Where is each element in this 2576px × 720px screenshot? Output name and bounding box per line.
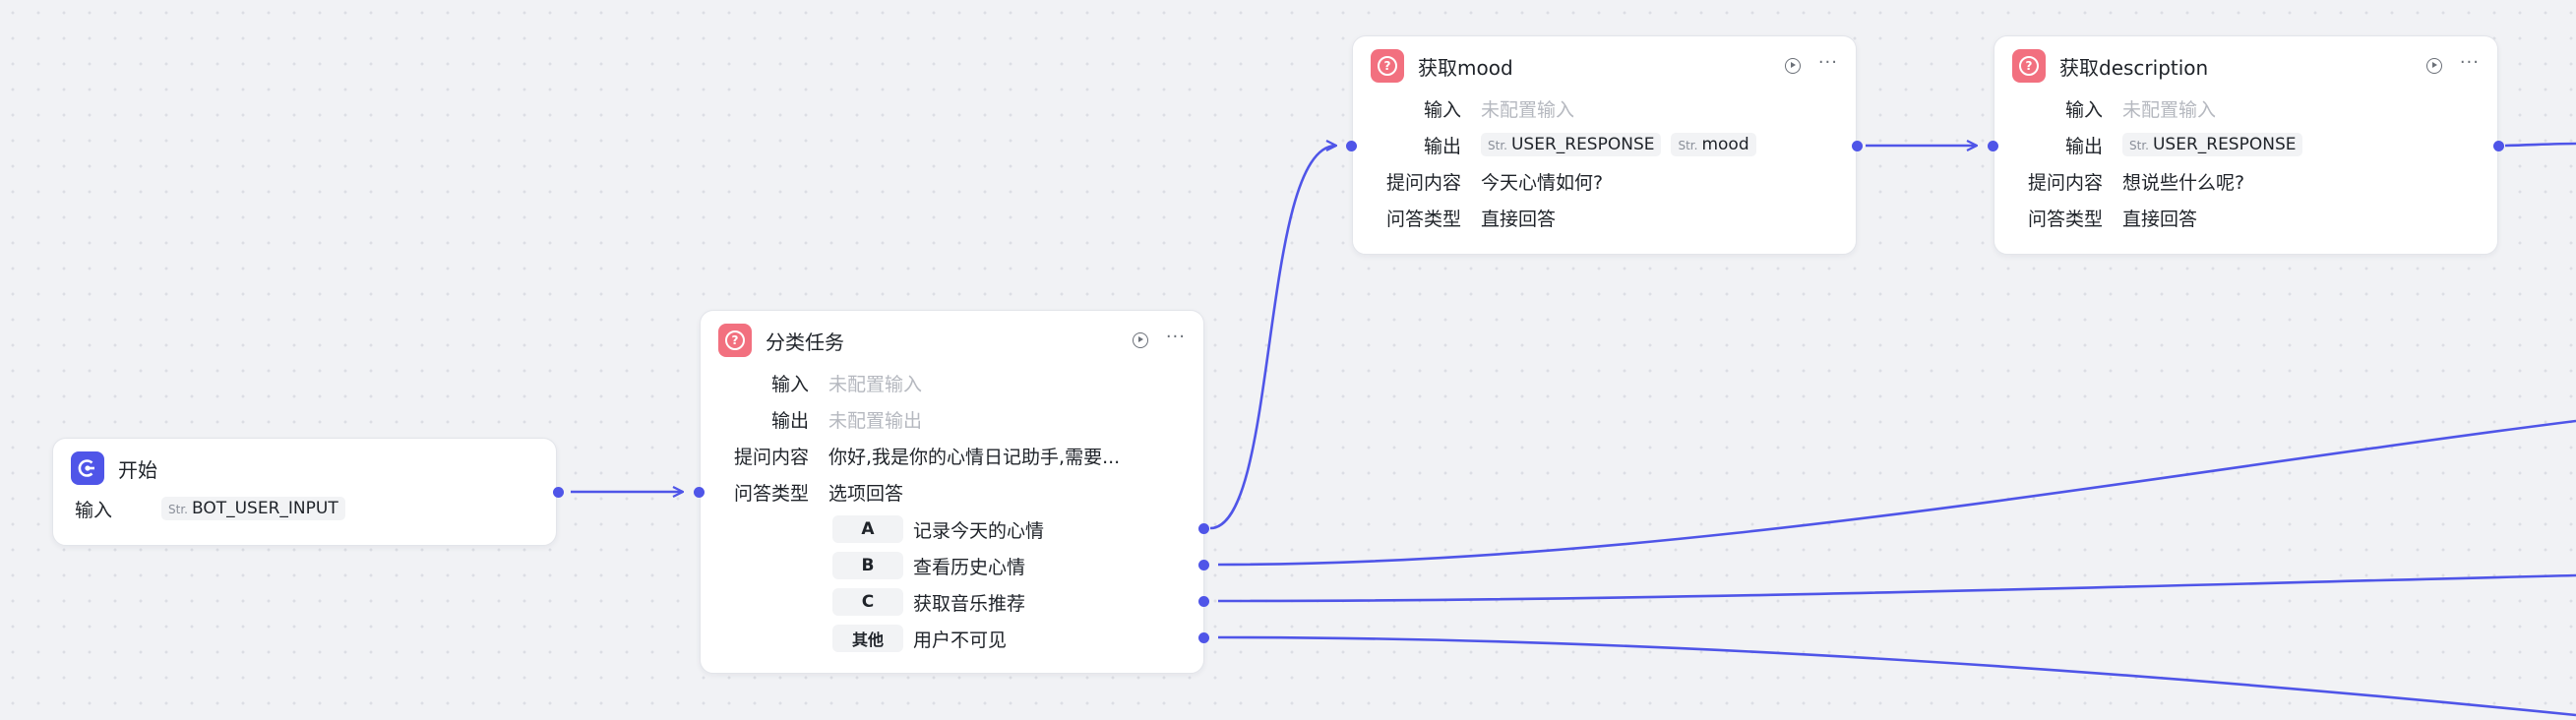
input-variable-tag: Str. BOT_USER_INPUT	[161, 497, 345, 520]
node-title: 分类任务	[766, 330, 844, 354]
output-variable-tag: Str. USER_RESPONSE	[2122, 133, 2303, 156]
output-label: 输出	[770, 409, 809, 432]
answer-type-label: 问答类型	[733, 482, 809, 505]
mood-output-port[interactable]	[1851, 140, 1863, 151]
option-key: 其他	[832, 625, 903, 652]
description-input-port[interactable]	[1987, 140, 1998, 151]
input-value: 未配置输入	[1481, 98, 1575, 121]
option-key: A	[832, 515, 903, 543]
option-other-port[interactable]	[1197, 631, 1209, 643]
option-text: 获取音乐推荐	[913, 592, 1026, 615]
answer-type-label: 问答类型	[2027, 208, 2103, 230]
type-prefix: Str.	[168, 503, 188, 516]
run-icon[interactable]	[1132, 332, 1148, 348]
option-a[interactable]: A 记录今天的心情	[832, 515, 1044, 543]
question-icon: ?	[2012, 49, 2046, 83]
start-node[interactable]: 开始 输入 Str. BOT_USER_INPUT	[52, 438, 557, 546]
output-value: 未配置输出	[828, 409, 923, 432]
option-b-port[interactable]	[1197, 559, 1209, 570]
mood-input-port[interactable]	[1345, 140, 1357, 151]
option-text: 用户不可见	[913, 629, 1008, 651]
type-prefix: Str.	[1488, 139, 1507, 152]
get-mood-node[interactable]: ? 获取mood ··· 输入 未配置输入 输出 Str. USER_RESPO…	[1352, 35, 1857, 255]
start-icon	[71, 451, 104, 485]
classify-node[interactable]: ? 分类任务 ··· 输入 未配置输入 输出 未配置输出 提问内容 你好,我是你…	[700, 310, 1204, 674]
option-c[interactable]: C 获取音乐推荐	[832, 588, 1025, 616]
output-label: 输出	[2064, 135, 2103, 157]
option-key: C	[832, 588, 903, 616]
run-icon[interactable]	[1784, 58, 1801, 74]
node-title: 开始	[118, 457, 157, 482]
input-label: 输入	[1423, 98, 1461, 121]
question-label: 提问内容	[1385, 171, 1461, 194]
type-prefix: Str.	[2129, 139, 2149, 152]
more-icon[interactable]: ···	[1166, 329, 1186, 346]
variable-name: USER_RESPONSE	[2152, 135, 2297, 154]
edge-option-c-out	[1217, 573, 2576, 603]
question-value: 你好,我是你的心情日记助手,需要...	[828, 446, 1121, 468]
answer-type-label: 问答类型	[1385, 208, 1461, 230]
input-value: 未配置输入	[828, 373, 923, 395]
variable-name: BOT_USER_INPUT	[191, 499, 338, 518]
description-output-port[interactable]	[2492, 140, 2504, 151]
edge-option-other-out	[1217, 635, 2576, 717]
input-value: 未配置输入	[2122, 98, 2217, 121]
option-text: 记录今天的心情	[913, 519, 1045, 542]
output-variable-tag: Str. mood	[1671, 133, 1756, 156]
answer-type-value: 直接回答	[1481, 208, 1557, 230]
node-title: 获取mood	[1418, 55, 1513, 80]
variable-name: USER_RESPONSE	[1510, 135, 1655, 154]
option-c-port[interactable]	[1197, 595, 1209, 607]
input-label: 输入	[2064, 98, 2103, 121]
output-label: 输出	[1423, 135, 1461, 157]
type-prefix: Str.	[1678, 139, 1698, 152]
question-label: 提问内容	[733, 446, 809, 468]
input-label: 输入	[75, 499, 113, 521]
start-output-port[interactable]	[552, 486, 564, 498]
output-variable-tag: Str. USER_RESPONSE	[1481, 133, 1662, 156]
run-icon[interactable]	[2425, 58, 2442, 74]
option-text: 查看历史心情	[913, 556, 1026, 578]
option-b[interactable]: B 查看历史心情	[832, 552, 1025, 579]
question-icon: ?	[718, 324, 752, 357]
question-label: 提问内容	[2027, 171, 2103, 194]
edge-option-a-to-mood	[1209, 146, 1336, 530]
get-description-node[interactable]: ? 获取description ··· 输入 未配置输入 输出 Str. USE…	[1993, 35, 2498, 255]
classify-input-port[interactable]	[693, 486, 705, 498]
input-label: 输入	[770, 373, 809, 395]
more-icon[interactable]: ···	[1818, 54, 1838, 72]
question-icon: ?	[1371, 49, 1404, 83]
question-value: 今天心情如何?	[1481, 171, 1604, 194]
node-title: 获取description	[2059, 55, 2209, 80]
more-icon[interactable]: ···	[2460, 54, 2480, 72]
edge-description-out	[2504, 142, 2576, 148]
option-other[interactable]: 其他 用户不可见	[832, 625, 1007, 652]
question-value: 想说些什么呢?	[2122, 171, 2245, 194]
answer-type-value: 直接回答	[2122, 208, 2198, 230]
option-a-port[interactable]	[1197, 522, 1209, 534]
variable-name: mood	[1701, 135, 1749, 154]
edge-option-b-out	[1217, 419, 2576, 567]
answer-type-value: 选项回答	[828, 482, 904, 505]
option-key: B	[832, 552, 903, 579]
